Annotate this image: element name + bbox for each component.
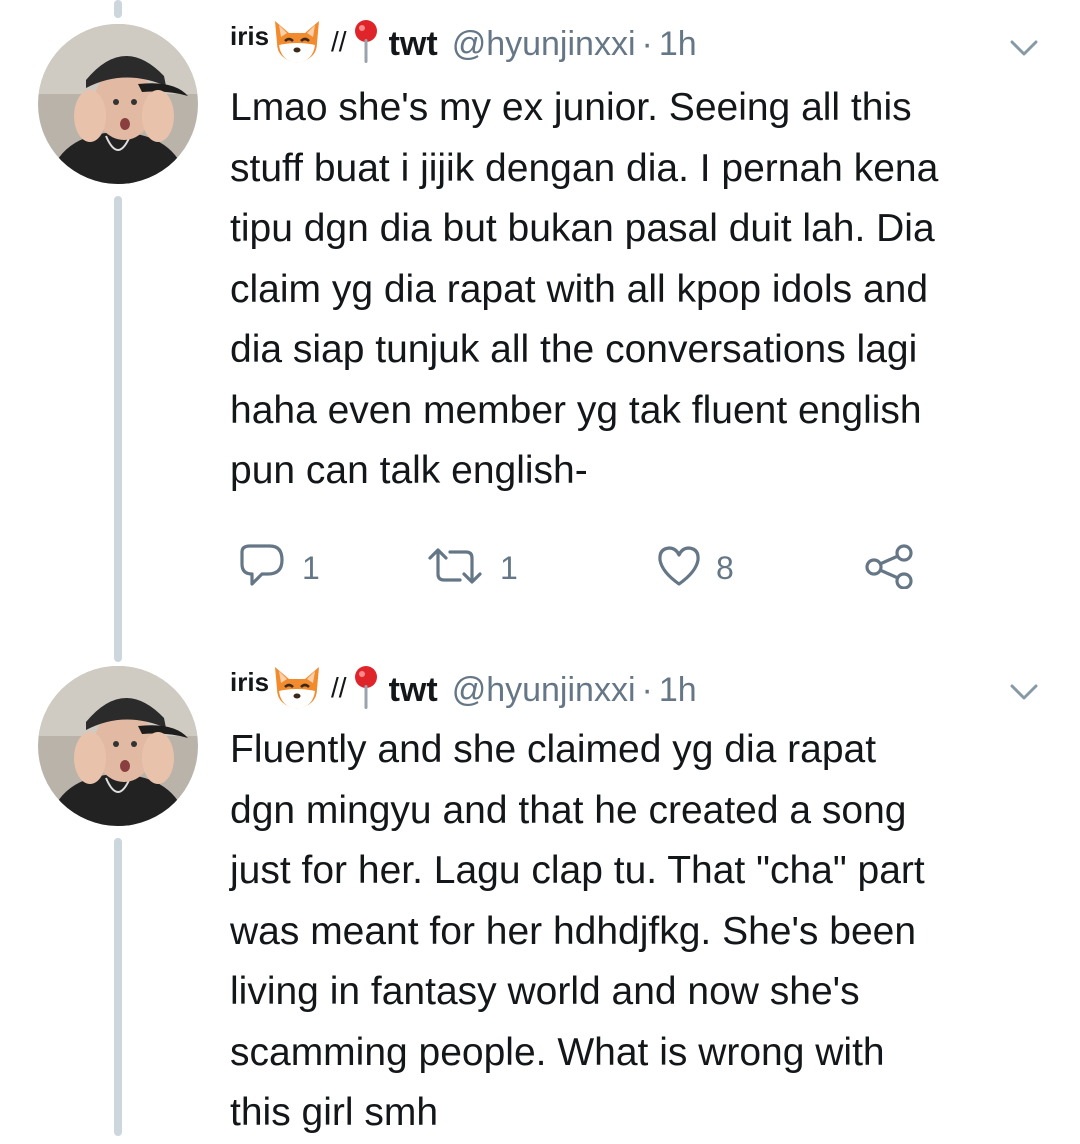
like-button[interactable]: 8 [656,540,734,596]
reply-count: 1 [302,549,320,586]
tweet-header: iris // twt @hyunjinxxi · 1h [230,664,697,716]
fox-emoji [271,665,323,716]
retweet-icon [424,544,486,593]
pin-emoji [351,19,381,70]
avatar[interactable] [38,24,198,184]
pin-emoji [351,665,381,716]
tweet-text: Lmao she's my ex junior. Seeing all this… [230,86,939,492]
heart-icon [656,544,702,593]
tweet-text: Fluently and she claimed yg dia rapat dg… [230,728,925,1134]
share-icon [862,543,918,594]
user-handle[interactable]: @hyunjinxxi [452,671,636,710]
chevron-down-icon[interactable] [1008,676,1040,708]
thread-connector-line [114,838,122,1136]
avatar[interactable] [38,666,198,826]
retweet-count: 1 [500,549,518,586]
thread-connector-line [114,0,122,18]
display-name[interactable]: iris [230,667,269,698]
user-handle[interactable]: @hyunjinxxi [452,25,636,64]
share-button[interactable] [862,540,918,596]
display-name-suffix[interactable]: twt [389,25,438,64]
tweet-actions: 1 1 8 [232,540,932,596]
display-name-suffix[interactable]: twt [389,671,438,710]
header-dot: · [641,24,653,63]
timestamp[interactable]: 1h [659,671,697,710]
thread-connector-line [114,196,122,662]
name-separator: // [331,672,347,703]
display-name[interactable]: iris [230,21,269,52]
fox-emoji [271,19,323,70]
retweet-button[interactable]: 1 [424,540,518,596]
name-separator: // [331,26,347,57]
tweet-header: iris // twt @hyunjinxxi · 1h [230,18,697,70]
header-dot: · [641,670,653,709]
like-count: 8 [716,549,734,586]
reply-icon [232,543,288,593]
timestamp[interactable]: 1h [659,25,697,64]
chevron-down-icon[interactable] [1008,32,1040,64]
reply-button[interactable]: 1 [232,540,320,596]
